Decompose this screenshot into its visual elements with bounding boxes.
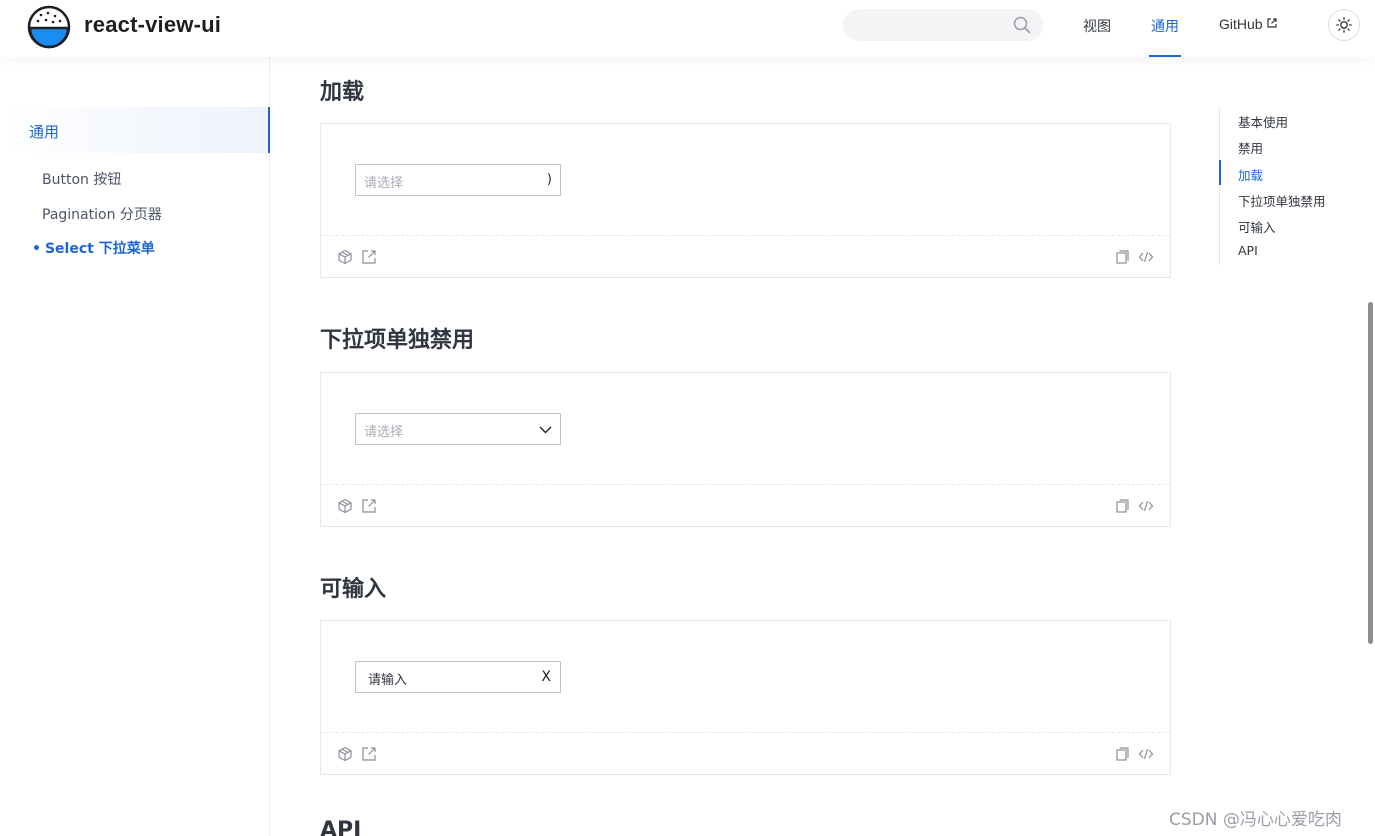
nav-view[interactable]: 视图 xyxy=(1083,16,1111,36)
external-link-icon xyxy=(1266,18,1277,28)
code-icon[interactable] xyxy=(1138,746,1154,762)
open-new-window-icon[interactable] xyxy=(361,249,377,265)
sidebar: 通用 Button 按钮 Pagination 分页器 Select 下拉菜单 xyxy=(0,57,270,836)
toc-item-api[interactable]: API xyxy=(1238,243,1258,258)
demo-preview: 请选择 ) xyxy=(321,124,1170,236)
logo-icon[interactable] xyxy=(27,5,71,49)
toc-item-basic[interactable]: 基本使用 xyxy=(1238,112,1288,131)
toc-item-input[interactable]: 可输入 xyxy=(1238,217,1276,236)
toc-item-loading[interactable]: 加载 xyxy=(1238,165,1263,184)
chevron-down-icon xyxy=(539,426,552,434)
demo-actions xyxy=(321,734,1170,775)
demo-preview: 请选择 xyxy=(321,373,1170,485)
brand-title[interactable]: react-view-ui xyxy=(84,12,221,38)
sun-icon xyxy=(1336,17,1352,33)
sidebar-group-general[interactable]: 通用 xyxy=(0,107,270,153)
select-input[interactable]: 请输入 X xyxy=(355,661,561,693)
sidebar-item-button[interactable]: Button 按钮 xyxy=(42,169,121,189)
select-item-disabled[interactable]: 请选择 xyxy=(355,413,561,445)
nav-active-indicator xyxy=(1149,55,1181,57)
watermark: CSDN @冯心心爱吃肉 xyxy=(1169,810,1342,830)
loading-spinner-icon: ) xyxy=(546,172,552,187)
demo-actions xyxy=(321,486,1170,527)
clear-icon[interactable]: X xyxy=(541,669,551,685)
sidebar-item-select[interactable]: Select 下拉菜单 xyxy=(32,238,155,258)
open-new-window-icon[interactable] xyxy=(361,498,377,514)
nav-github[interactable]: GitHub xyxy=(1219,16,1277,32)
demo-box-loading: 请选择 ) xyxy=(320,123,1171,278)
open-new-window-icon[interactable] xyxy=(361,746,377,762)
codesandbox-icon[interactable] xyxy=(337,249,353,265)
table-of-contents: 基本使用 禁用 加载 下拉项单独禁用 可输入 API xyxy=(1219,107,1359,265)
copy-icon[interactable] xyxy=(1114,746,1130,762)
toc-item-item-disabled[interactable]: 下拉项单独禁用 xyxy=(1238,191,1326,210)
theme-toggle-button[interactable] xyxy=(1328,9,1360,41)
codesandbox-icon[interactable] xyxy=(337,746,353,762)
copy-icon[interactable] xyxy=(1114,498,1130,514)
section-title-input: 可输入 xyxy=(320,577,387,602)
sidebar-item-pagination[interactable]: Pagination 分页器 xyxy=(42,204,162,224)
select-placeholder: 请选择 xyxy=(364,176,404,191)
toc-item-disabled[interactable]: 禁用 xyxy=(1238,138,1263,157)
search-icon xyxy=(1013,16,1031,34)
codesandbox-icon[interactable] xyxy=(337,498,353,514)
page-scrollbar[interactable] xyxy=(1368,302,1373,644)
section-title-api: API xyxy=(320,818,362,836)
nav-general[interactable]: 通用 xyxy=(1151,16,1179,36)
select-loading[interactable]: 请选择 ) xyxy=(355,164,561,196)
search-input[interactable] xyxy=(843,9,1043,41)
select-placeholder: 请选择 xyxy=(364,425,404,440)
select-input-value: 请输入 xyxy=(368,673,408,688)
demo-box-input: 请输入 X xyxy=(320,620,1171,775)
section-title-item-disabled: 下拉项单独禁用 xyxy=(320,328,475,353)
copy-icon[interactable] xyxy=(1114,249,1130,265)
demo-box-item-disabled: 请选择 xyxy=(320,372,1171,527)
section-title-loading: 加载 xyxy=(320,80,365,105)
demo-actions xyxy=(321,237,1170,278)
demo-preview: 请输入 X xyxy=(321,621,1170,733)
top-header: react-view-ui 视图 通用 GitHub xyxy=(0,0,1375,57)
toc-active-indicator xyxy=(1219,160,1221,185)
nav-github-label: GitHub xyxy=(1219,16,1263,32)
code-icon[interactable] xyxy=(1138,249,1154,265)
code-icon[interactable] xyxy=(1138,498,1154,514)
sidebar-group-label: 通用 xyxy=(29,123,60,141)
